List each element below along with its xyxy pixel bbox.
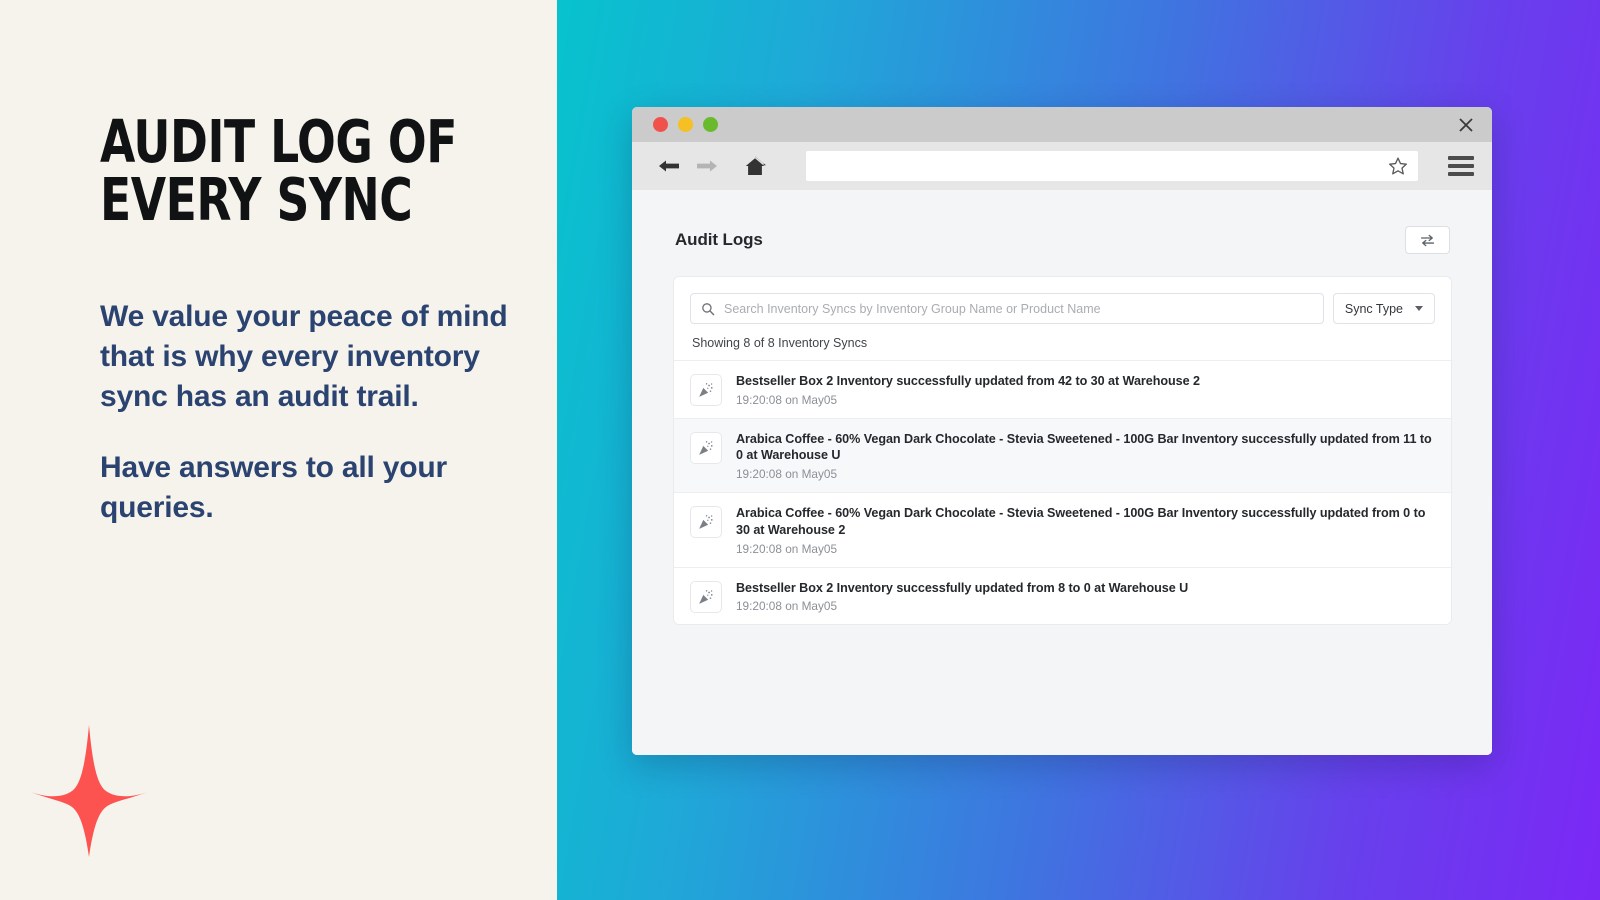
log-message: Arabica Coffee - 60% Vegan Dark Chocolat… (736, 506, 1426, 537)
window-minimize-dot[interactable] (678, 117, 693, 132)
page-viewport: Audit Logs Search Inventory Syncs by Inv… (632, 190, 1492, 755)
window-close-dot[interactable] (653, 117, 668, 132)
search-input[interactable] (724, 301, 1313, 316)
address-bar[interactable] (806, 151, 1418, 181)
swap-arrows-icon (1420, 234, 1435, 246)
log-timestamp: 19:20:08 on May05 (736, 467, 838, 482)
log-entry-body: Bestseller Box 2 Inventory successfully … (736, 373, 1435, 407)
log-timestamp: 19:20:08 on May05 (736, 599, 838, 614)
browser-titlebar (632, 107, 1492, 142)
party-popper-icon (690, 580, 722, 613)
close-icon[interactable] (1456, 115, 1476, 135)
chevron-down-icon (1415, 306, 1423, 311)
headline-line-2: Every Sync (100, 164, 413, 234)
marketing-panel: Audit log of Every Sync We value your pe… (0, 0, 557, 900)
hamburger-menu-icon[interactable] (1448, 153, 1474, 179)
headline-line-1: Audit log of (100, 107, 457, 176)
browser-toolbar (632, 142, 1492, 190)
sync-type-dropdown[interactable]: Sync Type (1332, 293, 1435, 324)
search-box[interactable] (690, 293, 1324, 324)
log-message: Bestseller Box 2 Inventory successfully … (736, 374, 1200, 388)
star-outline-icon[interactable] (1388, 156, 1408, 176)
arrow-right-icon (694, 153, 720, 179)
card-filters: Sync Type Showing 8 of 8 Inventory Syncs (674, 277, 1451, 360)
log-entry-body: Arabica Coffee - 60% Vegan Dark Chocolat… (736, 505, 1435, 555)
page-header: Audit Logs (673, 226, 1452, 254)
page-title: Audit Logs (675, 230, 763, 249)
log-entry-body: Arabica Coffee - 60% Vegan Dark Chocolat… (736, 431, 1435, 481)
marketing-paragraph-2: Have answers to all your queries. (100, 450, 448, 524)
browser-window: Audit Logs Search Inventory Syncs by Inv… (632, 107, 1492, 755)
party-popper-icon (690, 374, 722, 406)
log-timestamp: 19:20:08 on May05 (736, 392, 838, 407)
log-timestamp: 19:20:08 on May05 (736, 541, 838, 556)
slide-canvas: Audit log of Every Sync We value your pe… (0, 0, 1600, 900)
audit-log-list: Bestseller Box 2 Inventory successfully … (674, 360, 1451, 625)
party-popper-icon (690, 506, 722, 539)
log-message: Arabica Coffee - 60% Vegan Dark Chocolat… (736, 431, 1432, 463)
window-maximize-dot[interactable] (703, 117, 718, 132)
marketing-copy: We value your peace of mind that is why … (100, 297, 520, 528)
log-entry-body: Bestseller Box 2 Inventory successfully … (736, 580, 1435, 614)
filter-row: Sync Type (690, 293, 1435, 324)
audit-logs-card: Sync Type Showing 8 of 8 Inventory Syncs (673, 276, 1452, 626)
home-icon[interactable] (742, 153, 768, 179)
arrow-left-icon[interactable] (656, 153, 682, 179)
table-row[interactable]: Bestseller Box 2 Inventory successfully … (674, 567, 1451, 625)
window-controls (653, 117, 718, 132)
four-point-sparkle-icon (28, 725, 150, 857)
table-row[interactable]: Arabica Coffee - 60% Vegan Dark Chocolat… (674, 418, 1451, 494)
search-icon (702, 302, 715, 315)
marketing-paragraph-1: We value your peace of mind that is why … (100, 300, 508, 414)
table-row[interactable]: Arabica Coffee - 60% Vegan Dark Chocolat… (674, 493, 1451, 568)
party-popper-icon (690, 431, 722, 464)
table-row[interactable]: Bestseller Box 2 Inventory successfully … (674, 361, 1451, 419)
sync-type-label: Sync Type (1344, 301, 1403, 316)
log-message: Bestseller Box 2 Inventory successfully … (736, 580, 1189, 595)
page-headline: Audit log of Every Sync (100, 107, 461, 234)
sync-toggle-button[interactable] (1405, 226, 1450, 254)
result-count: Showing 8 of 8 Inventory Syncs (692, 336, 868, 350)
